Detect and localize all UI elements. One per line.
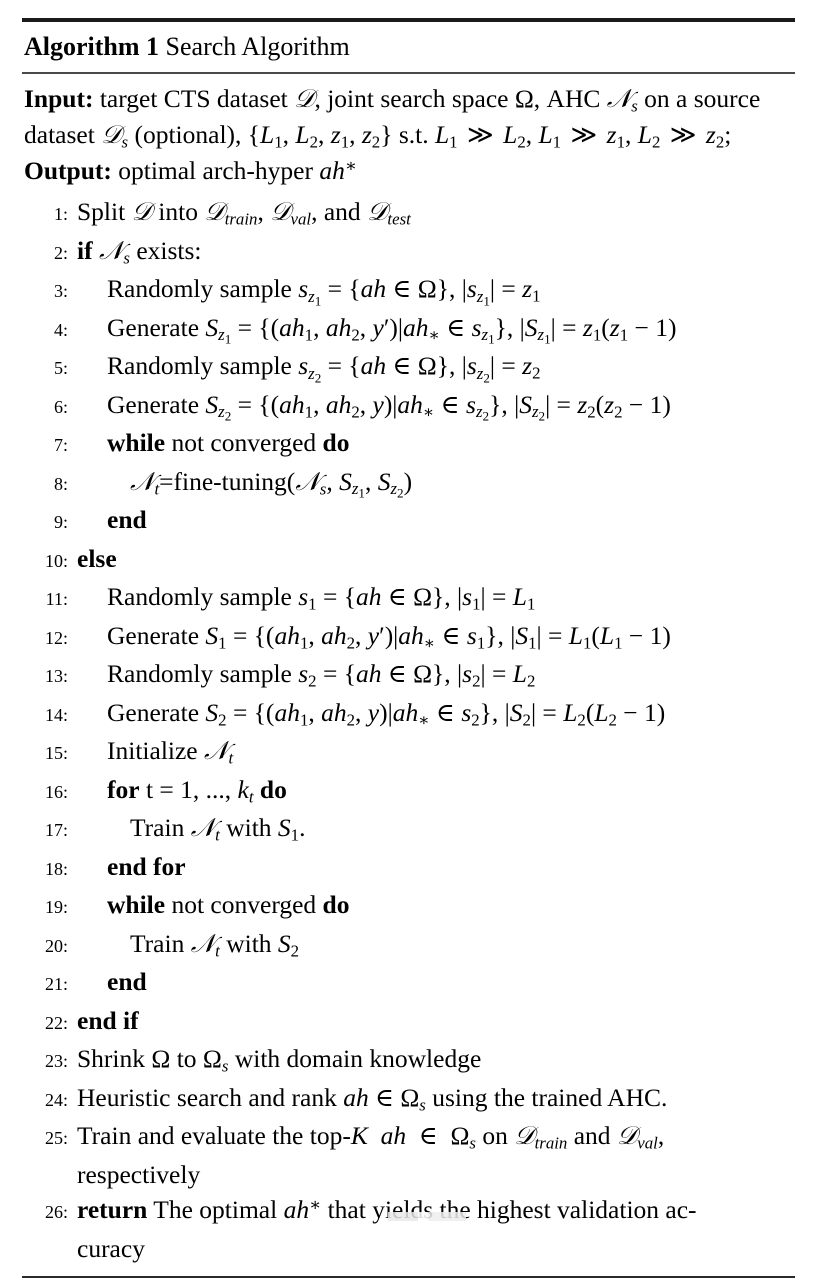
step-text: Initialize 𝒩t [107, 736, 234, 768]
step-text: 𝒩t=fine-tuning(𝒩s, Sz1, Sz2) [130, 466, 413, 501]
step-text: Generate Sz2 = {(ah1, ah2, y)|ah∗ ∈ sz2}… [107, 389, 671, 424]
step-row: 8: 𝒩t=fine-tuning(𝒩s, Sz1, Sz2) [22, 464, 795, 503]
step-row: 15: Initialize 𝒩t [22, 733, 795, 772]
step-number: 17: [44, 820, 68, 840]
step-text: end for [107, 851, 186, 881]
input-line: Input: target CTS dataset 𝒟, joint searc… [24, 81, 793, 153]
step-number: 26: [44, 1202, 68, 1222]
step-number: 14: [44, 704, 68, 725]
step-number: 7: [53, 435, 68, 455]
step-row: 7: while not converged do [22, 425, 795, 464]
step-text: while not converged do [107, 890, 350, 919]
step-row: 22: end if [22, 1003, 795, 1042]
step-row: 16: for t = 1, ..., kt do [22, 772, 795, 811]
algorithm-header: Algorithm 1 Search Algorithm [22, 22, 795, 72]
step-text: Randomly sample s2 = {ah ∈ Ω}, |s2| = L2 [107, 659, 536, 691]
input-text: target CTS dataset 𝒟, joint search space… [24, 84, 761, 152]
step-row: 19: while not converged do [22, 887, 795, 926]
step-row: 1: Split 𝒟 into 𝒟train, 𝒟val, and 𝒟test [22, 194, 795, 233]
step-row: 14: Generate S2 = {(ah1, ah2, y)|ah∗ ∈ s… [22, 695, 795, 734]
step-number: 4: [53, 319, 68, 340]
step-row: 3: Randomly sample sz1 = {ah ∈ Ω}, |sz1|… [22, 271, 795, 310]
step-continuation-row: curacy [22, 1231, 795, 1267]
algorithm-steps: 1: Split 𝒟 into 𝒟train, 𝒟val, and 𝒟test … [22, 190, 795, 1276]
step-row: 13: Randomly sample s2 = {ah ∈ Ω}, |s2| … [22, 656, 795, 695]
input-label: Input: [24, 84, 94, 113]
step-continuation-row: respectively [22, 1157, 795, 1193]
step-text: Train 𝒩t with S2 [130, 928, 300, 961]
step-number: 13: [44, 666, 68, 686]
step-row: 10: else [22, 541, 795, 580]
step-text: while not converged do [107, 428, 350, 457]
step-number: 8: [53, 473, 68, 494]
step-number: 12: [44, 627, 68, 648]
step-row: 20: Train 𝒩t with S2 [22, 926, 795, 965]
step-number: 21: [44, 974, 68, 994]
step-number: 22: [44, 1012, 68, 1033]
step-number: 5: [53, 358, 68, 378]
step-text: Generate Sz1 = {(ah1, ah2, y′)|ah∗ ∈ sz1… [107, 312, 677, 347]
step-row: 24: Heuristic search and rank ah ∈ Ωs us… [22, 1080, 795, 1119]
step-row: 17: Train 𝒩t with S1. [22, 810, 795, 849]
step-text: end [107, 967, 147, 996]
algorithm-block: Algorithm 1 Search Algorithm Input: targ… [22, 18, 795, 1278]
step-row: 18: end for [22, 849, 795, 888]
step-text: Train 𝒩t with S1. [130, 813, 306, 845]
step-text: end [107, 505, 147, 534]
step-text: Randomly sample sz1 = {ah ∈ Ω}, |sz1| = … [107, 274, 541, 308]
output-line: Output: optimal arch-hyper ah∗ [24, 153, 793, 188]
step-row: 21: end [22, 964, 795, 1003]
step-continuation-text: curacy [77, 1233, 145, 1263]
step-continuation-text: respectively [77, 1159, 201, 1189]
step-number: 11: [45, 589, 68, 609]
step-text: Generate S2 = {(ah1, ah2, y)|ah∗ ∈ s2}, … [107, 697, 666, 730]
step-row: 5: Randomly sample sz2 = {ah ∈ Ω}, |sz2|… [22, 348, 795, 387]
step-number: 16: [44, 781, 68, 802]
step-text: end if [77, 1005, 139, 1035]
step-number: 9: [53, 512, 68, 532]
step-row: 2: if 𝒩s exists: [22, 233, 795, 272]
step-number: 1: [53, 204, 68, 224]
output-label: Output: [24, 156, 112, 185]
step-text: Generate S1 = {(ah1, ah2, y′)|ah∗ ∈ s1},… [107, 620, 671, 653]
step-number: 10: [44, 550, 68, 571]
step-text: for t = 1, ..., kt do [107, 774, 287, 807]
algorithm-title: Search Algorithm [165, 32, 350, 61]
step-text: Randomly sample sz2 = {ah ∈ Ω}, |sz2| = … [107, 351, 541, 385]
step-text: else [77, 543, 117, 573]
step-number: 2: [53, 242, 68, 263]
step-row: 11: Randomly sample s1 = {ah ∈ Ω}, |s1| … [22, 579, 795, 618]
step-number: 6: [53, 396, 68, 417]
step-number: 15: [44, 743, 68, 763]
step-row: 9: end [22, 502, 795, 541]
step-row: 4: Generate Sz1 = {(ah1, ah2, y′)|ah∗ ∈ … [22, 310, 795, 349]
step-text: Randomly sample s1 = {ah ∈ Ω}, |s1| = L1 [107, 582, 536, 614]
step-row: 6: Generate Sz2 = {(ah1, ah2, y)|ah∗ ∈ s… [22, 387, 795, 426]
algorithm-label: Algorithm [24, 32, 140, 61]
step-row: 25: Train and evaluate the top-K ah ∈ Ωs… [22, 1118, 795, 1157]
step-text: if 𝒩s exists: [77, 235, 202, 268]
io-block: Input: target CTS dataset 𝒟, joint searc… [22, 74, 795, 190]
step-number: 23: [44, 1051, 68, 1071]
output-text: optimal arch-hyper ah∗ [118, 155, 357, 185]
page-artifact [388, 1212, 466, 1221]
step-number: 20: [44, 935, 68, 956]
step-text: Train and evaluate the top-K ah ∈ Ωs on … [77, 1121, 665, 1153]
step-number: 25: [44, 1128, 68, 1148]
step-number: 3: [53, 281, 68, 301]
step-text: Heuristic search and rank ah ∈ Ωs using … [77, 1082, 668, 1115]
step-text: Shrink Ω to Ωs with domain knowledge [77, 1044, 482, 1076]
step-number: 19: [44, 897, 68, 917]
step-text: return The optimal ah∗ that yields the h… [77, 1194, 697, 1224]
step-row: 12: Generate S1 = {(ah1, ah2, y′)|ah∗ ∈ … [22, 618, 795, 657]
algorithm-number: 1 [146, 32, 160, 61]
step-number: 24: [44, 1089, 68, 1110]
step-text: Split 𝒟 into 𝒟train, 𝒟val, and 𝒟test [77, 197, 411, 229]
step-number: 18: [44, 858, 68, 879]
step-row: 23: Shrink Ω to Ωs with domain knowledge [22, 1041, 795, 1080]
